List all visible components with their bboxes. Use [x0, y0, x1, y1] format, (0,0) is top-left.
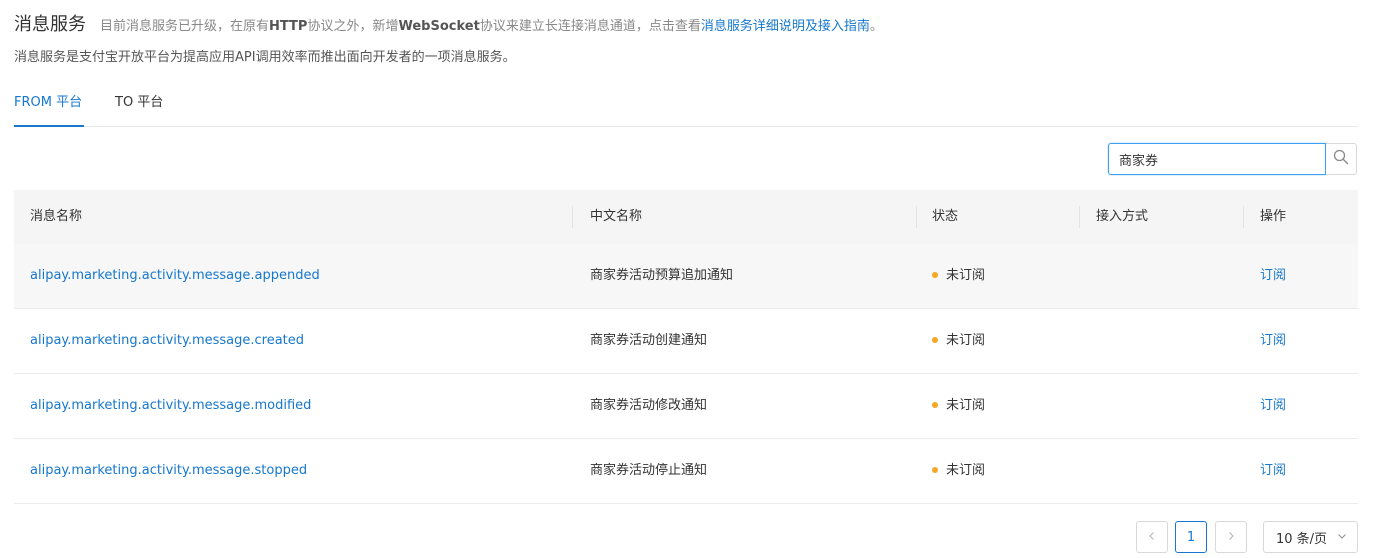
message-name-link[interactable]: alipay.marketing.activity.message.modifi… [30, 374, 311, 438]
page-title: 消息服务 [14, 14, 86, 35]
status-cell: 未订阅 [932, 374, 985, 438]
search-button[interactable] [1326, 143, 1357, 175]
status-text: 未订阅 [946, 398, 986, 413]
page-number-button[interactable]: 1 [1175, 521, 1207, 553]
search-input[interactable] [1108, 143, 1326, 175]
page-size-label: 10 条/页 [1276, 531, 1328, 547]
column-header-status: 状态 [932, 209, 959, 224]
notice-mid: 协议之外，新增 [307, 19, 399, 34]
status-dot-icon [932, 271, 938, 278]
status-text: 未订阅 [946, 463, 986, 478]
message-name-link[interactable]: alipay.marketing.activity.message.append… [30, 244, 320, 308]
column-header-access-method: 接入方式 [1096, 209, 1149, 224]
notice-prefix: 目前消息服务已升级，在原有 [100, 19, 270, 34]
column-divider [1079, 206, 1080, 228]
table-row: alipay.marketing.activity.message.stoppe… [14, 439, 1358, 504]
subscribe-link[interactable]: 订阅 [1260, 439, 1286, 503]
column-divider [1243, 206, 1244, 228]
table-row: alipay.marketing.activity.message.modifi… [14, 374, 1358, 439]
chinese-name: 商家券活动创建通知 [590, 333, 708, 348]
message-name-link[interactable]: alipay.marketing.activity.message.create… [30, 309, 304, 373]
subscribe-link[interactable]: 订阅 [1260, 374, 1286, 438]
table-header: 消息名称 中文名称 状态 接入方式 操作 [14, 190, 1358, 244]
column-header-message-name: 消息名称 [30, 209, 83, 224]
platform-tabs: FROM 平台 TO 平台 [14, 88, 1358, 127]
prev-page-button[interactable] [1136, 521, 1168, 553]
status-dot-icon [932, 466, 938, 473]
tab-to-platform[interactable]: TO 平台 [115, 88, 163, 127]
search-icon [1333, 149, 1349, 169]
subscribe-link[interactable]: 订阅 [1260, 244, 1286, 308]
chevron-left-icon [1147, 530, 1157, 545]
column-header-action: 操作 [1260, 209, 1287, 224]
tab-from-platform[interactable]: FROM 平台 [14, 88, 84, 127]
notice-http: HTTP [269, 19, 308, 34]
message-table: 消息名称 中文名称 状态 接入方式 操作 alipay.marketing.ac… [14, 190, 1358, 504]
service-description: 消息服务是支付宝开放平台为提高应用API调用效率而推出面向开发者的一项消息服务。 [14, 50, 516, 65]
status-cell: 未订阅 [932, 244, 985, 308]
page-size-select[interactable]: 10 条/页 [1263, 521, 1358, 553]
next-page-button[interactable] [1215, 521, 1247, 553]
status-dot-icon [932, 336, 938, 343]
status-cell: 未订阅 [932, 309, 985, 373]
status-text: 未订阅 [946, 333, 986, 348]
status-text: 未订阅 [946, 268, 986, 283]
notice-end: 。 [869, 19, 883, 34]
guide-link[interactable]: 消息服务详细说明及接入指南 [701, 19, 870, 34]
search-box [1108, 143, 1357, 175]
column-divider [572, 206, 573, 228]
status-cell: 未订阅 [932, 439, 985, 503]
page-header: 消息服务 目前消息服务已升级，在原有HTTP协议之外，新增WebSocket协议… [14, 10, 883, 40]
upgrade-notice: 目前消息服务已升级，在原有HTTP协议之外，新增WebSocket协议来建立长连… [100, 15, 883, 34]
notice-websocket: WebSocket [398, 19, 480, 34]
table-row: alipay.marketing.activity.message.create… [14, 309, 1358, 374]
chevron-right-icon [1226, 530, 1236, 545]
notice-suffix: 协议来建立长连接消息通道，点击查看 [479, 19, 701, 34]
status-dot-icon [932, 401, 938, 408]
column-divider [916, 206, 917, 228]
chinese-name: 商家券活动修改通知 [590, 398, 708, 413]
message-name-link[interactable]: alipay.marketing.activity.message.stoppe… [30, 439, 307, 503]
chinese-name: 商家券活动预算追加通知 [590, 268, 734, 283]
table-row: alipay.marketing.activity.message.append… [14, 244, 1358, 309]
column-header-chinese-name: 中文名称 [590, 209, 643, 224]
subscribe-link[interactable]: 订阅 [1260, 309, 1286, 373]
chevron-down-icon [1337, 530, 1347, 545]
chinese-name: 商家券活动停止通知 [590, 463, 708, 478]
